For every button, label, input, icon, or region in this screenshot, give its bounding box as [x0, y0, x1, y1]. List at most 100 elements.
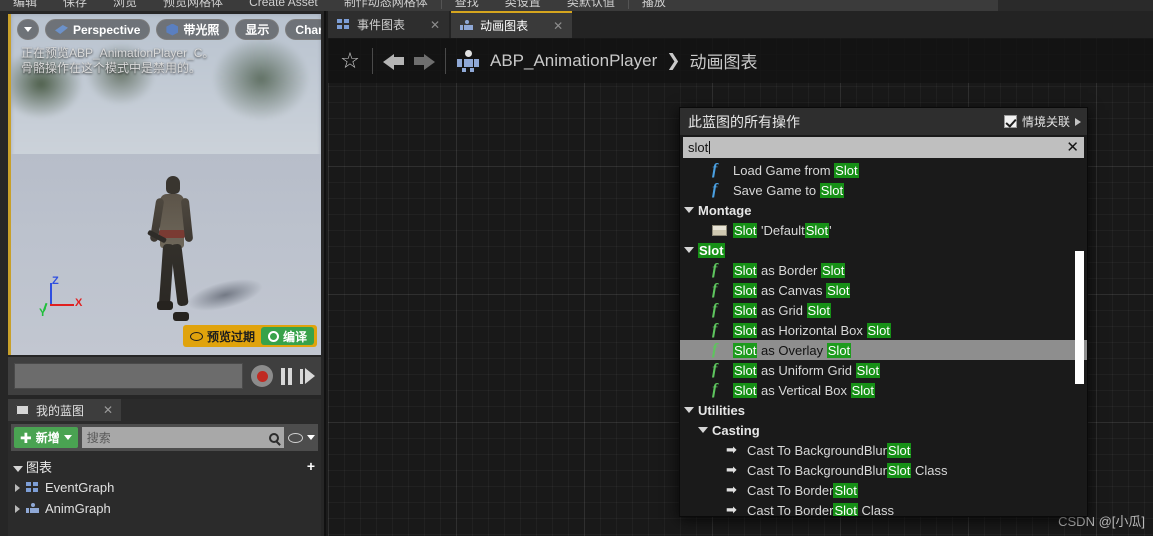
character-preview-mesh[interactable] — [146, 172, 195, 324]
timeline-scrubber[interactable] — [14, 363, 243, 389]
compile-button[interactable]: 编译 — [260, 327, 314, 345]
chevron-down-icon — [63, 435, 72, 440]
result-category[interactable]: Slot — [680, 240, 1087, 260]
graphs-section-label: 图表 — [26, 459, 53, 475]
result-label: Cast To BackgroundBlurSlot — [747, 442, 912, 458]
triangle-down-icon[interactable] — [684, 407, 694, 413]
main-menu-bar[interactable]: 编辑 保存 浏览 预览网格体 Create Asset 制作动态网格体 查找 类设置 类默认值播… — [0, 0, 1153, 11]
popup-search-input[interactable]: slot ✕ — [683, 137, 1084, 158]
my-blueprint-graphs-section[interactable]: 图表 + — [8, 455, 321, 477]
viewport-lit-button[interactable]: 带光照 — [156, 19, 230, 40]
result-category[interactable]: Montage — [680, 200, 1087, 220]
popup-results-list[interactable]: f Load Game from Slot f Save Game to Slot Mo… — [680, 160, 1087, 516]
clear-search-icon[interactable]: ✕ — [1066, 140, 1079, 155]
result-label: Slot — [698, 242, 725, 258]
result-item[interactable]: f Slot as Border Slot — [680, 260, 1087, 280]
popup-scrollbar[interactable] — [1075, 160, 1084, 516]
preview-out-of-date-label: 预览过期 — [206, 329, 255, 344]
context-sensitive-toggle[interactable]: 情境关联 — [1003, 113, 1081, 130]
list-item-animgraph[interactable]: AnimGraph — [8, 498, 321, 519]
viewport-perspective-button[interactable]: Perspective — [45, 19, 151, 40]
result-item[interactable]: f Slot as Grid Slot — [680, 300, 1087, 320]
add-new-button[interactable]: ✚ 新增 — [14, 427, 78, 448]
arrow-right-icon[interactable] — [409, 51, 435, 71]
close-icon[interactable]: ✕ — [553, 19, 563, 33]
result-category[interactable]: Casting — [680, 420, 1087, 440]
viewport-character-button[interactable]: Character — [285, 19, 321, 40]
menu-item-1[interactable]: 保存 — [50, 0, 100, 11]
perspective-label: Perspective — [73, 22, 141, 37]
result-item[interactable]: f Save Game to Slot — [680, 180, 1087, 200]
left-panel: Perspective 带光照 显示 Character 正在预览ABP_Ani… — [0, 11, 326, 536]
close-icon[interactable]: ✕ — [103, 403, 113, 417]
result-label: Montage — [698, 202, 752, 218]
cast-arrow-icon: ➡ — [726, 502, 737, 516]
menu-item-7[interactable]: 类设置 — [492, 0, 554, 11]
axis-x-label: X — [75, 297, 83, 309]
result-item[interactable]: f Slot as Uniform Grid Slot — [680, 360, 1087, 380]
list-item-eventgraph[interactable]: EventGraph — [8, 477, 321, 498]
viewport-axis-gizmo: Z X Y — [39, 275, 85, 321]
star-icon[interactable]: ☆ — [338, 49, 362, 73]
triangle-down-icon[interactable] — [684, 207, 694, 213]
tab-anim-graph[interactable]: 动画图表 ✕ — [451, 11, 573, 38]
result-item[interactable]: Slot 'DefaultSlot' — [680, 220, 1087, 240]
result-label: Cast To BorderSlot Class — [747, 502, 894, 516]
result-item[interactable]: f Slot as Overlay Slot — [680, 340, 1087, 360]
result-item[interactable]: ➡ Cast To BackgroundBlurSlot — [680, 440, 1087, 460]
lit-label: 带光照 — [183, 23, 220, 37]
slot-node-icon — [712, 224, 727, 236]
chevron-down-icon — [24, 27, 32, 32]
event-graph-icon — [337, 19, 350, 30]
close-icon[interactable]: ✕ — [430, 18, 440, 32]
cast-arrow-icon: ➡ — [726, 462, 737, 477]
result-label: Save Game to Slot — [733, 182, 845, 198]
triangle-down-icon[interactable] — [698, 427, 708, 433]
breadcrumb-root[interactable]: ABP_AnimationPlayer — [490, 51, 657, 71]
viewport-options-dropdown[interactable] — [17, 19, 39, 40]
menu-item-2[interactable]: 浏览 — [100, 0, 150, 11]
breadcrumb-current[interactable]: 动画图表 — [690, 48, 758, 73]
triangle-right-icon[interactable] — [15, 504, 20, 513]
result-item[interactable]: ➡ Cast To BorderSlot Class — [680, 500, 1087, 516]
step-forward-button[interactable] — [300, 368, 315, 384]
menu-item-4[interactable]: Create Asset — [236, 0, 331, 11]
my-blueprint-search-input[interactable]: 搜索 — [81, 427, 284, 448]
menu-item-5[interactable]: 制作动态网格体 — [331, 0, 441, 11]
menu-item-9[interactable]: 播放 — [629, 0, 679, 11]
triangle-right-icon[interactable] — [15, 483, 20, 492]
result-label: Slot as Border Slot — [733, 262, 846, 278]
tab-event-graph[interactable]: 事件图表 ✕ — [328, 11, 450, 38]
skeleton-icon — [456, 49, 480, 72]
result-item[interactable]: f Slot as Vertical Box Slot — [680, 380, 1087, 400]
eye-icon[interactable] — [288, 432, 303, 443]
menu-item-8[interactable]: 类默认值 — [554, 0, 628, 11]
menu-item-6[interactable]: 查找 — [442, 0, 492, 11]
animation-transport-bar[interactable] — [8, 357, 321, 395]
context-sensitive-checkbox[interactable] — [1003, 115, 1017, 128]
pause-button[interactable] — [281, 367, 292, 385]
scrollbar-thumb[interactable] — [1075, 251, 1084, 384]
menu-item-0[interactable]: 编辑 — [0, 0, 50, 11]
menu-item-3[interactable]: 预览网格体 — [150, 0, 236, 11]
all-actions-popup[interactable]: 此蓝图的所有操作 情境关联 slot ✕ f Load Game from Slo… — [679, 107, 1088, 517]
preview-viewport[interactable]: Perspective 带光照 显示 Character 正在预览ABP_Ani… — [8, 14, 321, 355]
triangle-right-icon[interactable] — [1075, 117, 1081, 126]
preview-out-of-date-bar[interactable]: 预览过期 编译 — [182, 325, 317, 347]
viewport-toolbar[interactable]: Perspective 带光照 显示 Character — [17, 19, 321, 40]
result-category[interactable]: Utilities — [680, 400, 1087, 420]
viewport-show-button[interactable]: 显示 — [235, 19, 280, 40]
result-item[interactable]: ➡ Cast To BorderSlot — [680, 480, 1087, 500]
arrow-left-icon[interactable] — [383, 51, 409, 71]
result-item[interactable]: f Slot as Horizontal Box Slot — [680, 320, 1087, 340]
triangle-down-icon[interactable] — [684, 247, 694, 253]
result-item[interactable]: f Slot as Canvas Slot — [680, 280, 1087, 300]
chevron-down-icon[interactable] — [307, 435, 315, 440]
add-graph-button[interactable]: + — [307, 459, 315, 473]
my-blueprint-tab-label: 我的蓝图 — [36, 403, 85, 418]
record-button[interactable] — [251, 365, 273, 387]
my-blueprint-toolbar[interactable]: ✚ 新增 搜索 — [11, 424, 318, 451]
tab-my-blueprint[interactable]: 我的蓝图 ✕ — [8, 399, 122, 421]
result-item[interactable]: f Load Game from Slot — [680, 160, 1087, 180]
result-item[interactable]: ➡ Cast To BackgroundBlurSlot Class — [680, 460, 1087, 480]
